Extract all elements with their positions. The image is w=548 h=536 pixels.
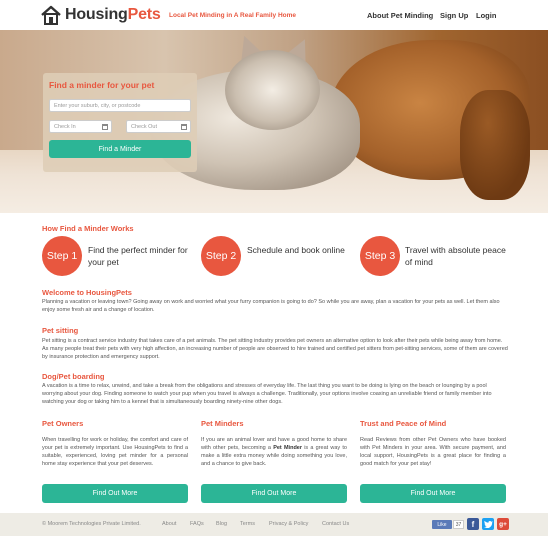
check-out-placeholder: Check Out: [131, 123, 157, 130]
check-in-input[interactable]: Check In: [49, 120, 112, 133]
pet-sitting-text: Pet sitting is a contract service indust…: [42, 338, 508, 360]
calendar-icon[interactable]: [181, 124, 187, 130]
pet-minders-title: Pet Minders: [201, 419, 244, 428]
footer-link-faqs[interactable]: FAQs: [190, 521, 204, 527]
footer-link-privacy[interactable]: Privacy & Policy: [269, 521, 308, 527]
location-input[interactable]: Enter your suburb, city, or postcode: [49, 99, 191, 112]
nav-sign-up[interactable]: Sign Up: [440, 11, 468, 20]
pet-owners-text: When travelling for work or holiday, the…: [42, 437, 188, 467]
check-in-placeholder: Check In: [54, 123, 76, 130]
step-2-badge: Step 2: [201, 236, 241, 276]
calendar-icon[interactable]: [102, 124, 108, 130]
copyright-text: © Moorem Technologies Private Limited.: [42, 521, 141, 527]
nav-about-pet-minding[interactable]: About Pet Minding: [367, 11, 433, 20]
step-3-text: Travel with absolute peace of mind: [405, 245, 506, 267]
site-footer: © Moorem Technologies Private Limited. A…: [0, 513, 548, 536]
pet-minder-bold-text: Pet Minder: [273, 445, 302, 451]
step-2-text: Schedule and book online: [247, 245, 345, 255]
dog-ear-image: [460, 90, 530, 200]
site-logo[interactable]: HousingPets: [40, 5, 161, 25]
search-title: Find a minder for your pet: [49, 80, 155, 90]
facebook-icon[interactable]: f: [467, 518, 479, 530]
location-placeholder: Enter your suburb, city, or postcode: [54, 102, 141, 109]
hero-banner: Find a minder for your pet Enter your su…: [0, 30, 548, 213]
site-tagline: Local Pet Minding in A Real Family Home: [169, 12, 297, 19]
welcome-text: Planning a vacation or leaving town? Goi…: [42, 299, 500, 313]
boarding-text: A vacation is a time to relax, unwind, a…: [42, 383, 492, 405]
step-3-badge: Step 3: [360, 236, 400, 276]
nav-login[interactable]: Login: [476, 11, 496, 20]
footer-link-contact[interactable]: Contact Us: [322, 521, 349, 527]
like-count: 37: [453, 520, 464, 529]
step-1-badge: Step 1: [42, 236, 82, 276]
trust-find-out-more-button[interactable]: Find Out More: [360, 484, 506, 503]
boarding-title: Dog/Pet boarding: [42, 372, 105, 381]
find-a-minder-button[interactable]: Find a Minder: [49, 140, 191, 158]
logo-text: HousingPets: [65, 6, 161, 23]
welcome-title: Welcome to HousingPets: [42, 288, 132, 297]
house-icon: [41, 5, 61, 25]
pet-owners-find-out-more-button[interactable]: Find Out More: [42, 484, 188, 503]
pet-sitting-title: Pet sitting: [42, 326, 79, 335]
site-header: HousingPets Local Pet Minding in A Real …: [0, 0, 548, 30]
pet-minders-text: If you are an animal lover and have a go…: [201, 437, 347, 467]
footer-link-about[interactable]: About: [162, 521, 176, 527]
google-plus-icon[interactable]: g+: [497, 518, 509, 530]
pet-minders-find-out-more-button[interactable]: Find Out More: [201, 484, 347, 503]
search-card: Find a minder for your pet Enter your su…: [43, 73, 197, 172]
check-out-input[interactable]: Check Out: [126, 120, 191, 133]
footer-link-blog[interactable]: Blog: [216, 521, 227, 527]
trust-text: Read Reviews from other Pet Owners who h…: [360, 437, 506, 467]
step-1-text: Find the perfect minder for your pet: [88, 245, 188, 267]
facebook-like-button[interactable]: Like: [432, 520, 452, 529]
pet-owners-title: Pet Owners: [42, 419, 84, 428]
trust-title: Trust and Peace of Mind: [360, 419, 447, 428]
footer-link-terms[interactable]: Terms: [240, 521, 255, 527]
twitter-icon[interactable]: [482, 518, 494, 530]
cat-head-image: [225, 50, 320, 130]
how-it-works-title: How Find a Minder Works: [42, 224, 134, 233]
